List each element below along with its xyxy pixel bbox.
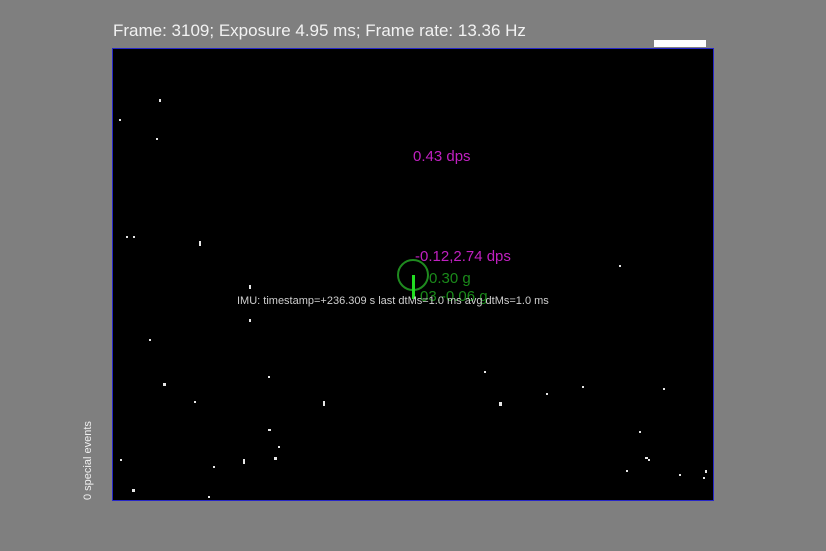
- event-pixel: [149, 339, 151, 341]
- event-pixel: [274, 457, 277, 460]
- event-pixel: [126, 236, 128, 238]
- event-pixel: [159, 99, 161, 102]
- event-pixel: [208, 496, 210, 498]
- event-pixel: [626, 470, 628, 472]
- event-pixel: [484, 371, 486, 373]
- event-pixel: [120, 459, 122, 461]
- event-pixel: [705, 470, 707, 473]
- event-pixel: [323, 401, 325, 406]
- accel-z-readout: 0.30 g: [429, 270, 471, 287]
- event-pixel: [703, 477, 705, 479]
- event-pixel: [249, 285, 251, 289]
- yaw-rate-readout: 0.43 dps: [413, 148, 471, 165]
- event-pixel: [663, 388, 665, 390]
- event-pixel: [213, 466, 215, 468]
- event-pixel: [639, 431, 641, 433]
- special-events-label: 0 special events: [82, 421, 94, 500]
- event-pixel: [243, 459, 245, 464]
- event-pixel: [132, 489, 135, 492]
- pitch-roll-rate-readout: -0.12,2.74 dps: [415, 248, 511, 265]
- event-pixel: [133, 236, 135, 238]
- event-pixel: [119, 119, 121, 121]
- event-pixel: [679, 474, 681, 476]
- event-pixel: [648, 459, 650, 461]
- event-pixel: [619, 265, 621, 267]
- event-pixel: [249, 319, 251, 322]
- event-pixel: [194, 401, 196, 403]
- event-pixel: [156, 138, 158, 140]
- event-pixel: [546, 393, 548, 395]
- frame-status-text: Frame: 3109; Exposure 4.95 ms; Frame rat…: [113, 21, 526, 40]
- event-pixel: [268, 429, 271, 431]
- event-display-canvas[interactable]: 0.43 dps -0.12,2.74 dps 0.30 g 03,-0.06 …: [112, 48, 714, 501]
- event-pixel: [582, 386, 584, 388]
- event-pixel: [499, 402, 502, 406]
- event-pixel: [199, 241, 201, 246]
- scale-bar: [654, 40, 706, 47]
- event-pixel: [278, 446, 280, 448]
- imu-info-text: IMU: timestamp=+236.309 s last dtMs=1.0 …: [237, 295, 549, 307]
- event-pixel: [163, 383, 166, 386]
- event-pixel: [268, 376, 270, 378]
